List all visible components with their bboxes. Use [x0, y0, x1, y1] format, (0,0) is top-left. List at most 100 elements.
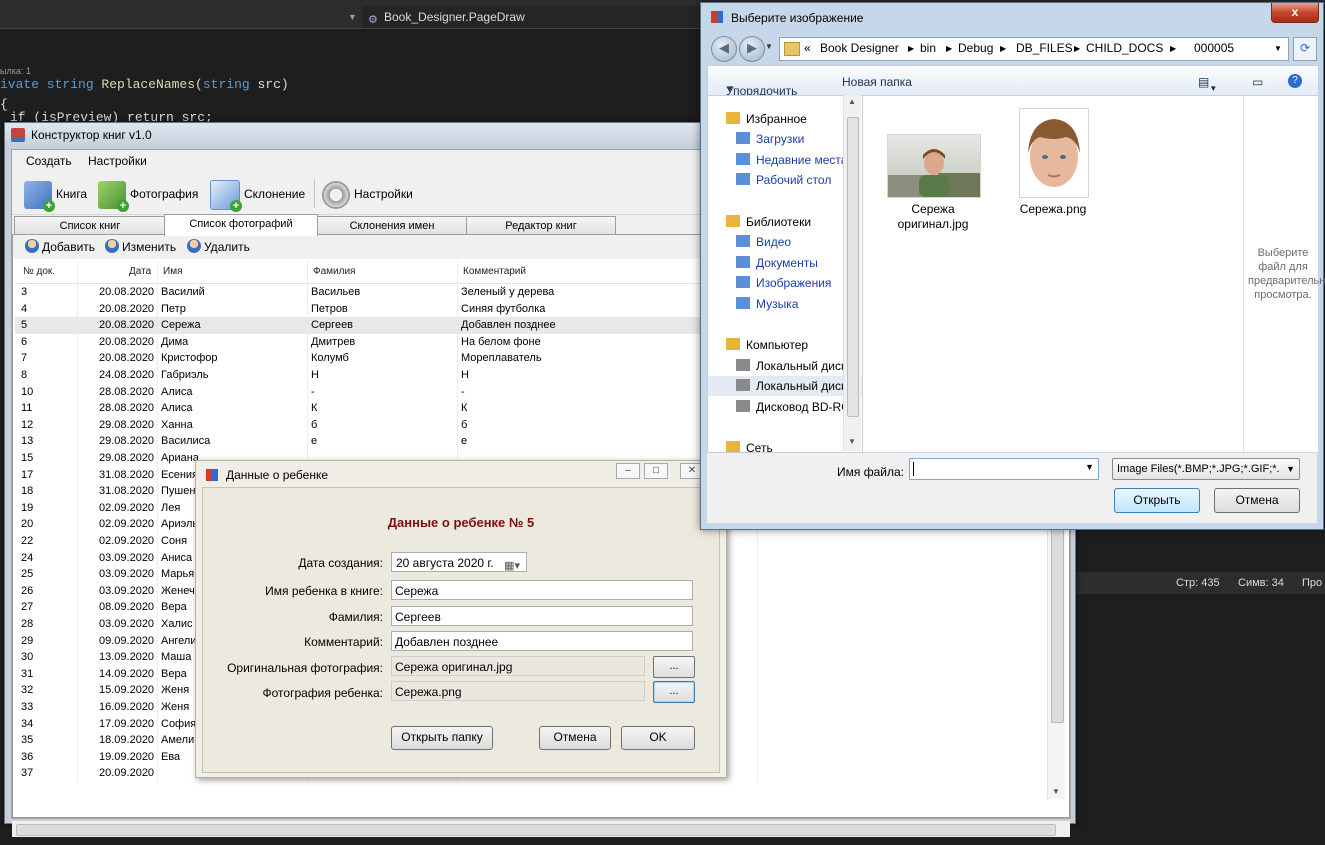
cancel-button[interactable]: Отмена — [1214, 488, 1300, 513]
refresh-icon[interactable]: ⟳ — [1293, 37, 1317, 61]
comment-field[interactable]: Добавлен позднее — [391, 631, 693, 651]
preview-pane-icon[interactable]: ▭ — [1252, 75, 1263, 89]
declension-icon: + — [210, 179, 242, 212]
horizontal-scrollbar[interactable] — [12, 820, 1070, 837]
column-header-comment[interactable]: Комментарий — [463, 266, 526, 277]
delete-button[interactable]: Удалить — [187, 239, 250, 254]
filename-input[interactable]: ▼ — [909, 458, 1099, 480]
preview-pane: Выберите файл для предварительного просм… — [1243, 95, 1325, 452]
cell-doc-no: 27 — [21, 601, 34, 614]
nav-item[interactable]: Изображения — [736, 273, 831, 293]
add-label: Добавить — [42, 240, 96, 254]
cell-date: 03.09.2020 — [99, 568, 155, 581]
nav-item[interactable]: Библиотеки — [726, 212, 811, 232]
breadcrumb-item[interactable]: Debug — [958, 38, 993, 59]
column-header-date[interactable]: Дата — [129, 266, 151, 277]
nav-item-icon — [726, 441, 740, 452]
browse-photo-button[interactable]: ... — [653, 681, 695, 703]
menu-settings[interactable]: Настройки — [88, 154, 147, 168]
date-label: Дата создания: — [298, 556, 383, 570]
surname-field[interactable]: Сергеев — [391, 606, 693, 626]
column-header-surname[interactable]: Фамилия — [313, 266, 355, 277]
file-open-dialog: Выберите изображение x ◀ ▶ ▼ « Book Desi… — [700, 2, 1325, 530]
breadcrumb-item[interactable]: CHILD_DOCS — [1086, 38, 1163, 59]
breadcrumb-item[interactable]: DB_FILES — [1016, 38, 1073, 59]
child-name-field[interactable]: Сережа — [391, 580, 693, 600]
toolbar-settings-button[interactable]: Настройки — [322, 178, 413, 210]
column-header-name[interactable]: Имя — [163, 266, 182, 277]
nav-item[interactable]: Музыка — [736, 294, 798, 314]
close-icon[interactable]: x — [1271, 3, 1319, 23]
back-arrow-icon[interactable]: ◀ — [711, 36, 737, 62]
nav-item[interactable]: Локальный диск — [736, 356, 846, 376]
toolbar-book-button[interactable]: + Книга — [24, 178, 87, 212]
nav-item[interactable]: Недавние места — [736, 150, 847, 170]
file-dialog-title-bar[interactable]: Выберите изображение x — [701, 3, 1323, 31]
cell-doc-no: 29 — [21, 634, 34, 647]
tab-photos[interactable]: Список фотографий — [164, 214, 318, 236]
forward-arrow-icon[interactable]: ▶ — [739, 36, 765, 62]
tab-book-editor[interactable]: Редактор книг — [466, 216, 616, 235]
open-button[interactable]: Открыть — [1114, 488, 1200, 513]
browse-original-button[interactable]: ... — [653, 656, 695, 678]
cell-date: 09.09.2020 — [99, 634, 155, 647]
cell-doc-no: 28 — [21, 618, 34, 630]
scrollbar-thumb[interactable] — [847, 117, 859, 417]
nav-item[interactable]: Документы — [736, 253, 818, 273]
chevron-down-icon[interactable]: ▼ — [1085, 462, 1094, 472]
column-header-doc-no[interactable]: № док. — [23, 266, 55, 277]
view-options-icon[interactable]: ▤ ▼ — [1198, 75, 1217, 93]
ide-member-dropdown[interactable]: ▼ ⚙ Book_Designer.PageDraw — [348, 6, 702, 28]
cell-name: Дима — [161, 335, 189, 348]
nav-item-label: Избранное — [746, 112, 807, 126]
status-line: Стр: 435 — [1176, 577, 1220, 589]
tab-declensions[interactable]: Склонения имен — [316, 216, 468, 235]
nav-item[interactable]: Локальный диск — [708, 376, 862, 396]
scroll-down-icon[interactable]: ▼ — [1052, 787, 1060, 796]
nav-item-label: Недавние места — [756, 153, 848, 167]
date-picker[interactable]: 20 августа 2020 г. ▦▾ — [391, 552, 527, 572]
history-dropdown-icon[interactable]: ▼ — [765, 42, 773, 51]
new-folder-button[interactable]: Новая папка — [842, 75, 912, 89]
breadcrumb-item[interactable]: 000005 — [1194, 38, 1234, 59]
nav-item-icon — [736, 235, 750, 247]
breadcrumb-item[interactable]: Book Designer — [820, 38, 899, 59]
nav-item[interactable]: Избранное — [726, 109, 807, 129]
dialog-app-icon — [711, 11, 723, 23]
name-label: Имя ребенка в книге: — [265, 584, 383, 598]
scroll-down-icon[interactable]: ▼ — [848, 437, 856, 446]
nav-item[interactable]: Сеть — [726, 438, 773, 452]
add-button[interactable]: Добавить — [25, 239, 95, 254]
toolbar-photo-button[interactable]: + Фотография — [98, 178, 198, 212]
minimize-icon[interactable]: – — [616, 463, 640, 479]
open-folder-button[interactable]: Открыть папку — [391, 726, 493, 750]
code-line-brace[interactable]: { — [0, 97, 8, 112]
code-line-signature[interactable]: ivate string ReplaceNames(string src) — [0, 77, 289, 92]
cell-doc-no: 11 — [21, 402, 33, 415]
scroll-up-icon[interactable]: ▲ — [848, 97, 856, 106]
cancel-button[interactable]: Отмена — [539, 726, 611, 750]
child-dialog-title-bar[interactable]: Данные о ребенке – □ ✕ — [196, 461, 726, 487]
file-type-select[interactable]: Image Files(*.BMP;*.JPG;*.GIF;*. ▼ — [1112, 458, 1300, 480]
toolbar-declension-button[interactable]: + Склонение — [210, 178, 305, 212]
nav-item[interactable]: Видео — [736, 232, 791, 252]
calendar-icon[interactable]: ▦▾ — [504, 556, 520, 576]
chevron-down-icon[interactable]: ▼ — [1274, 38, 1282, 59]
edit-button[interactable]: Изменить — [105, 239, 176, 254]
cell-name: Алиса — [161, 385, 193, 398]
maximize-icon[interactable]: □ — [644, 463, 668, 479]
cell-doc-no: 10 — [21, 385, 34, 398]
ok-button[interactable]: OK — [621, 726, 695, 750]
address-breadcrumb[interactable]: « Book Designer ▶ bin ▶ Debug ▶ DB_FILES… — [779, 37, 1289, 61]
help-icon[interactable]: ? — [1288, 74, 1302, 88]
nav-item[interactable]: Рабочий стол — [736, 170, 831, 190]
navigation-scrollbar[interactable]: ▲ ▼ — [843, 95, 861, 451]
menu-create[interactable]: Создать — [26, 154, 72, 168]
tab-books[interactable]: Список книг — [14, 216, 166, 235]
nav-item[interactable]: Дисковод BD-RO — [736, 397, 851, 417]
breadcrumb-item[interactable]: bin — [920, 38, 936, 59]
nav-item[interactable]: Загрузки — [736, 129, 804, 149]
nav-item[interactable]: Компьютер — [726, 335, 808, 355]
breadcrumb-overflow[interactable]: « — [804, 38, 811, 59]
scrollbar-thumb[interactable] — [16, 824, 1056, 836]
